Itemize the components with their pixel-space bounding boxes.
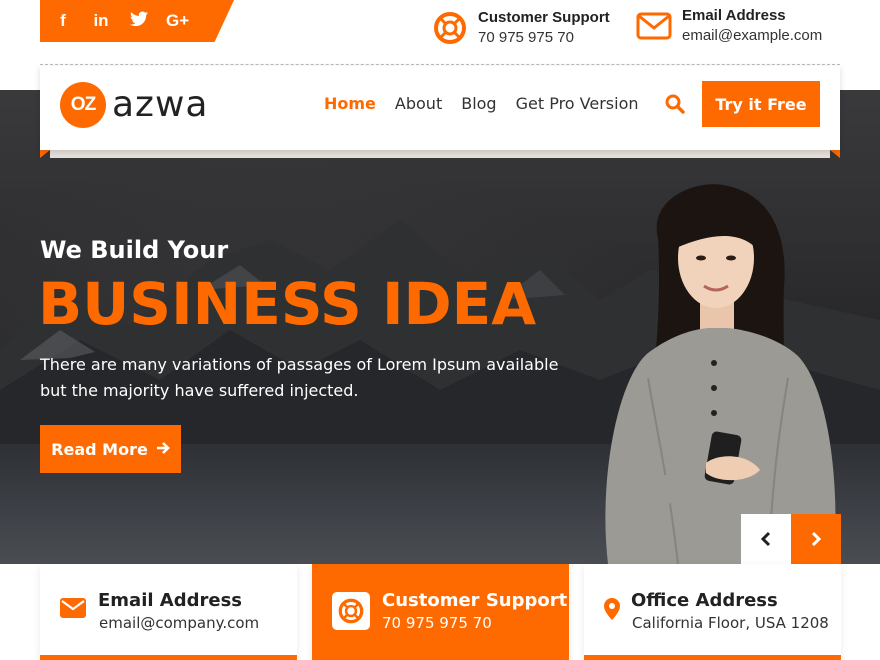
hero-subtitle: We Build Your bbox=[40, 236, 229, 264]
chevron-right-icon bbox=[811, 531, 822, 547]
divider bbox=[40, 64, 840, 65]
menu-item-about[interactable]: About bbox=[395, 94, 442, 113]
chevron-left-icon bbox=[760, 531, 771, 547]
header-support-title: Customer Support bbox=[478, 9, 610, 26]
linkedin-icon[interactable]: in bbox=[90, 11, 112, 31]
hero-description: There are many variations of passages of… bbox=[40, 355, 559, 400]
info-card-office: Office Address California Floor, USA 120… bbox=[584, 564, 841, 660]
menu-item-home[interactable]: Home bbox=[324, 94, 376, 113]
header-email-value[interactable]: email@example.com bbox=[682, 26, 822, 46]
envelope-icon bbox=[636, 8, 672, 44]
card-support-title: Customer Support bbox=[382, 590, 568, 611]
header-support: Customer Support 70 975 975 70 bbox=[432, 8, 610, 48]
lifebuoy-icon bbox=[432, 10, 468, 46]
facebook-icon[interactable]: f bbox=[52, 11, 74, 31]
card-accent-bar bbox=[40, 655, 297, 660]
nav-corner-left bbox=[40, 150, 50, 158]
card-office-title: Office Address bbox=[631, 590, 778, 611]
card-email-title: Email Address bbox=[98, 590, 243, 611]
twitter-icon[interactable] bbox=[128, 11, 150, 32]
header-email: Email Address email@example.com bbox=[636, 6, 822, 46]
header-support-value: 70 975 975 70 bbox=[478, 29, 574, 46]
card-accent-bar bbox=[584, 655, 841, 660]
logo[interactable]: OZ azwa bbox=[60, 82, 208, 128]
card-email-value: email@company.com bbox=[99, 614, 260, 632]
envelope-icon bbox=[60, 598, 86, 622]
hero-title: BUSINESS IDEA bbox=[38, 270, 537, 338]
logo-mark: OZ bbox=[60, 82, 106, 128]
main-menu: Home About Blog Get Pro Version bbox=[324, 94, 639, 113]
arrow-right-icon bbox=[156, 440, 170, 459]
search-icon[interactable] bbox=[664, 93, 686, 115]
main-navbar: OZ azwa Home About Blog Get Pro Version … bbox=[40, 66, 840, 150]
slider-next-button[interactable] bbox=[791, 514, 841, 564]
read-more-button[interactable]: Read More bbox=[40, 425, 181, 473]
location-pin-icon bbox=[604, 598, 620, 624]
header-email-title: Email Address bbox=[682, 7, 786, 24]
social-links: f in G+ bbox=[40, 0, 234, 42]
card-accent-bar bbox=[312, 655, 569, 660]
menu-item-blog[interactable]: Blog bbox=[461, 94, 496, 113]
google-plus-icon[interactable]: G+ bbox=[166, 11, 189, 31]
nav-corner-right bbox=[830, 150, 840, 158]
card-office-value: California Floor, USA 1208 bbox=[632, 614, 829, 632]
logo-text: azwa bbox=[112, 84, 209, 125]
lifebuoy-icon bbox=[332, 592, 370, 630]
try-it-free-button[interactable]: Try it Free bbox=[702, 81, 820, 127]
card-support-value: 70 975 975 70 bbox=[382, 614, 492, 632]
info-card-email: Email Address email@company.com bbox=[40, 564, 297, 660]
read-more-label: Read More bbox=[51, 439, 148, 459]
slider-prev-button[interactable] bbox=[741, 514, 791, 564]
menu-item-get-pro[interactable]: Get Pro Version bbox=[516, 94, 639, 113]
info-card-support: Customer Support 70 975 975 70 bbox=[312, 564, 569, 660]
woman-photo bbox=[605, 184, 836, 564]
nav-shadow-strip bbox=[50, 150, 830, 158]
